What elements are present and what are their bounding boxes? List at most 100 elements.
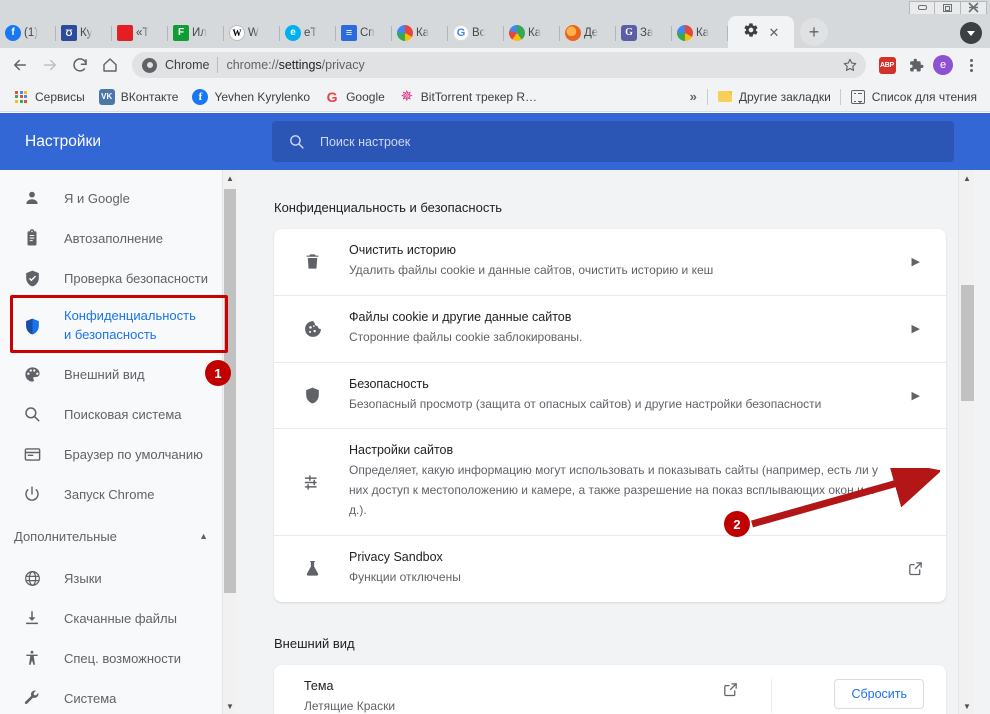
bookmark-item[interactable]: ✵ BitTorrent трекер R… bbox=[392, 86, 544, 108]
sidebar-scroll-down-arrow[interactable]: ▼ bbox=[223, 698, 236, 714]
maximize-restore-button[interactable] bbox=[935, 0, 961, 14]
settings-main-content: Конфиденциальность и безопасность Очисти… bbox=[236, 170, 974, 714]
sidebar-item-label: Система bbox=[64, 690, 117, 706]
reload-button[interactable] bbox=[66, 51, 94, 79]
shield-icon bbox=[302, 385, 323, 406]
bittorrent-icon: ✵ bbox=[400, 88, 414, 105]
browser-tab[interactable]: G Вс bbox=[448, 18, 504, 48]
bookmarks-overflow-button[interactable]: » bbox=[682, 89, 705, 104]
browser-tab[interactable]: Ка bbox=[672, 18, 728, 48]
bookmark-item[interactable]: Сервисы bbox=[6, 86, 92, 108]
row-subtitle: Сторонние файлы cookie заблокированы. bbox=[349, 329, 583, 344]
browser-tab[interactable]: f (1) bbox=[0, 18, 56, 48]
sidebar-item-search-engine[interactable]: Поисковая система bbox=[0, 394, 236, 434]
tab-title: W bbox=[248, 27, 259, 39]
close-tab-button[interactable]: ✕ bbox=[769, 26, 780, 39]
main-scroll-up-arrow[interactable]: ▲ bbox=[959, 170, 974, 186]
sidebar-item-safety-check[interactable]: Проверка безопасности bbox=[0, 258, 236, 298]
sidebar-item-privacy-and-security[interactable]: Конфиденциальность и безопасность bbox=[0, 298, 236, 354]
profile-button[interactable]: e bbox=[930, 52, 956, 78]
main-scroll-down-arrow[interactable]: ▼ bbox=[959, 698, 974, 714]
search-settings-input[interactable]: Поиск настроек bbox=[272, 121, 954, 162]
omnibox-url[interactable]: chrome://settings/privacy bbox=[226, 58, 830, 72]
row-theme[interactable]: Тема Летящие Краски Сбросить bbox=[274, 665, 946, 714]
sidebar-scroll-up-arrow[interactable]: ▲ bbox=[223, 170, 236, 186]
back-button[interactable] bbox=[6, 51, 34, 79]
open-in-new-icon[interactable] bbox=[907, 560, 924, 577]
row-text: Безопасность Безопасный просмотр (защита… bbox=[349, 377, 886, 415]
flask-icon bbox=[302, 558, 323, 579]
browser-tab[interactable]: Ка bbox=[392, 18, 448, 48]
bookmarks-bar: Сервисы VK ВКонтакте f Yevhen Kyrylenko … bbox=[0, 82, 990, 112]
chevron-right-icon[interactable]: ▶ bbox=[912, 255, 924, 268]
settings-sidebar: Я и Google Автозаполнение Проверка безоп… bbox=[0, 170, 236, 714]
row-title: Privacy Sandbox bbox=[349, 549, 443, 564]
reading-list-button[interactable]: Список для чтения bbox=[843, 86, 984, 108]
red-square-icon bbox=[117, 25, 133, 41]
sidebar-item-downloads[interactable]: Скачанные файлы bbox=[0, 598, 236, 638]
sidebar-item-label: Языки bbox=[64, 570, 102, 586]
tab-title: еТ bbox=[304, 27, 318, 39]
address-bar[interactable]: Chrome chrome://settings/privacy bbox=[132, 52, 866, 78]
sidebar-scrollbar[interactable]: ▲ ▼ bbox=[222, 170, 236, 714]
browser-tab[interactable]: Де bbox=[560, 18, 616, 48]
reload-icon bbox=[73, 58, 87, 72]
active-tab-settings[interactable]: ✕ bbox=[728, 16, 794, 48]
bookmarks-divider bbox=[706, 88, 708, 105]
tab-search-icon[interactable] bbox=[960, 22, 982, 44]
home-button[interactable] bbox=[96, 51, 124, 79]
adblock-plus-button[interactable]: ABP bbox=[874, 52, 900, 78]
row-clear-browsing-data[interactable]: Очистить историю Удалить файлы cookie и … bbox=[274, 229, 946, 295]
browser-tab[interactable]: «Т bbox=[112, 18, 168, 48]
new-tab-button[interactable]: + bbox=[800, 18, 828, 46]
browser-tab[interactable]: F Ил bbox=[168, 18, 224, 48]
sidebar-item-autofill[interactable]: Автозаполнение bbox=[0, 218, 236, 258]
appearance-card: Тема Летящие Краски Сбросить bbox=[274, 664, 946, 714]
reset-theme-button[interactable]: Сбросить bbox=[834, 678, 924, 709]
row-text: Тема Летящие Краски bbox=[304, 679, 696, 714]
sidebar-scrollbar-thumb[interactable] bbox=[224, 189, 236, 593]
browser-tab[interactable]: Ʊ Ку bbox=[56, 18, 112, 48]
row-cookies-and-site-data[interactable]: Файлы cookie и другие данные сайтов Стор… bbox=[274, 294, 946, 362]
chevron-right-icon[interactable]: ▶ bbox=[912, 389, 924, 402]
bookmark-item[interactable]: G Google bbox=[317, 86, 392, 108]
other-bookmarks-button[interactable]: Другие закладки bbox=[710, 86, 838, 108]
chrome-icon bbox=[397, 25, 413, 41]
browser-toolbar: Chrome chrome://settings/privacy ABP e bbox=[0, 48, 990, 82]
sidebar-group-advanced[interactable]: Дополнительные ▲ bbox=[0, 514, 236, 558]
browser-tab[interactable]: ≡ Сп bbox=[336, 18, 392, 48]
close-window-button[interactable] bbox=[961, 0, 987, 14]
browser-tab[interactable]: Ка bbox=[504, 18, 560, 48]
browser-tab[interactable]: W W bbox=[224, 18, 280, 48]
row-privacy-sandbox[interactable]: Privacy Sandbox Функции отключены bbox=[274, 534, 946, 602]
bookmark-item[interactable]: VK ВКонтакте bbox=[92, 86, 186, 108]
browser-tab[interactable]: G За bbox=[616, 18, 672, 48]
sidebar-item-you-and-google[interactable]: Я и Google bbox=[0, 178, 236, 218]
sidebar-item-languages[interactable]: Языки bbox=[0, 558, 236, 598]
person-icon bbox=[22, 188, 42, 208]
open-in-new-icon[interactable] bbox=[722, 681, 739, 698]
sidebar-item-on-startup[interactable]: Запуск Chrome bbox=[0, 474, 236, 514]
extensions-button[interactable] bbox=[902, 52, 928, 78]
minimize-button[interactable] bbox=[909, 0, 935, 14]
chevron-right-icon[interactable]: ▶ bbox=[912, 322, 924, 335]
chrome-menu-button[interactable] bbox=[958, 52, 984, 78]
facebook-icon: f bbox=[5, 25, 21, 41]
forward-button[interactable] bbox=[36, 51, 64, 79]
bookmark-star-icon[interactable] bbox=[838, 53, 862, 77]
sidebar-item-system[interactable]: Система bbox=[0, 678, 236, 714]
row-subtitle: Удалить файлы cookie и данные сайтов, оч… bbox=[349, 263, 714, 277]
main-scrollbar[interactable]: ▲ ▼ bbox=[958, 170, 974, 714]
browser-tab[interactable]: e еТ bbox=[280, 18, 336, 48]
chevron-right-icon[interactable]: ▶ bbox=[912, 476, 924, 489]
tab-title: Вс bbox=[472, 27, 486, 39]
bookmark-item[interactable]: f Yevhen Kyrylenko bbox=[185, 86, 317, 108]
bookmark-label: Сервисы bbox=[35, 89, 85, 104]
sidebar-item-accessibility[interactable]: Спец. возможности bbox=[0, 638, 236, 678]
sidebar-item-appearance[interactable]: Внешний вид bbox=[0, 354, 236, 394]
three-dots-icon bbox=[969, 58, 973, 72]
row-site-settings[interactable]: Настройки сайтов Определяет, какую инфор… bbox=[274, 428, 946, 534]
row-security[interactable]: Безопасность Безопасный просмотр (защита… bbox=[274, 361, 946, 429]
main-scrollbar-thumb[interactable] bbox=[961, 285, 974, 401]
sidebar-item-default-browser[interactable]: Браузер по умолчанию bbox=[0, 434, 236, 474]
